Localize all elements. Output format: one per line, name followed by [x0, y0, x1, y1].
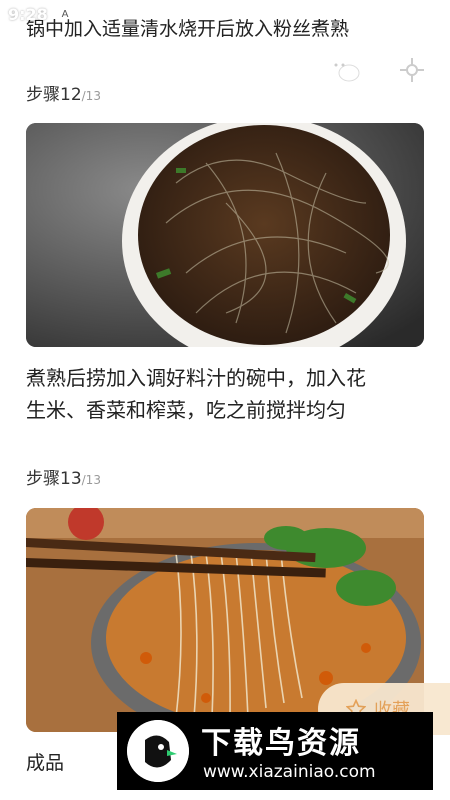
- signal-icon: [414, 6, 426, 19]
- status-right-icons: [389, 5, 442, 20]
- recipe-steps-screen: 9:28 A 锅中加入适量清水烧开后放入粉丝煮熟 步骤12/13 煮熟后捞加入调…: [0, 0, 450, 800]
- notification-a-icon: A: [59, 7, 71, 20]
- step-13-label: 步骤13/13: [26, 464, 101, 489]
- noodle-bowl-image: [26, 123, 424, 347]
- status-time: 9:28: [8, 5, 48, 24]
- watermark-title: 下载鸟资源: [201, 726, 361, 761]
- description-line-2: 生米、香菜和榨菜，吃之前搅拌均匀: [26, 398, 346, 422]
- bird-logo-icon: [127, 720, 189, 782]
- wechat-share-icon[interactable]: [328, 56, 360, 84]
- step-12-description: 煮熟后捞加入调好料汁的碗中，加入花 生米、香菜和榨菜，吃之前搅拌均匀: [26, 362, 426, 426]
- download-icon: [86, 7, 96, 20]
- watermark-url: www.xiazainiao.com: [203, 762, 376, 782]
- final-product-label: 成品: [26, 752, 65, 774]
- step-number: 步骤13: [26, 469, 82, 489]
- wifi-icon: [390, 6, 406, 19]
- step-12-photo: [26, 123, 424, 347]
- watermark-banner: 下载鸟资源 www.xiazainiao.com: [117, 712, 433, 790]
- svg-text:A: A: [62, 9, 69, 20]
- step-total: /13: [81, 473, 101, 487]
- moments-share-icon[interactable]: [398, 56, 426, 84]
- battery-icon: [433, 5, 442, 20]
- step-total: /13: [81, 89, 101, 103]
- back-arrow-icon[interactable]: [18, 56, 46, 84]
- status-bar: 9:28 A: [0, 0, 450, 28]
- description-line-1: 煮熟后捞加入调好料汁的碗中，加入花: [26, 366, 366, 390]
- top-nav: [0, 50, 450, 90]
